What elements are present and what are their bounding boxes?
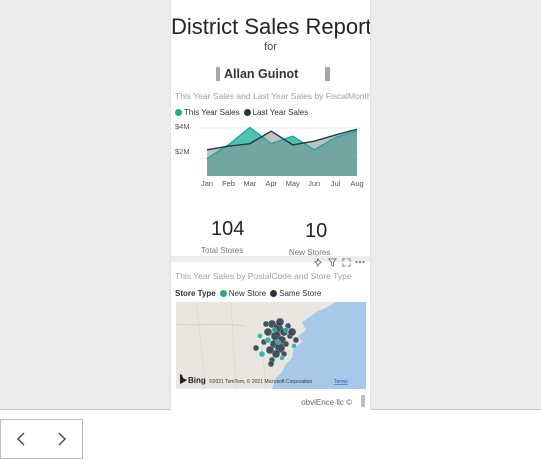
slicer-left-bar xyxy=(216,67,220,81)
legend-label: This Year Sales xyxy=(184,108,240,117)
same-store-marker[interactable] xyxy=(282,340,290,348)
line-chart-legend: This Year Sales Last Year Sales xyxy=(175,108,312,117)
new-store-marker[interactable] xyxy=(291,343,297,349)
map-canvas: Bing ©2021 TomTom, © 2021 Microsoft Corp… xyxy=(176,302,348,389)
filter-icon[interactable] xyxy=(327,257,337,267)
same-store-marker[interactable] xyxy=(292,336,300,344)
legend-dot-icon xyxy=(219,290,227,297)
store-map[interactable]: Bing ©2021 TomTom, © 2021 Microsoft Corp… xyxy=(176,302,366,389)
legend-dot-icon xyxy=(175,109,182,116)
y-tick-label: $2M xyxy=(175,147,190,156)
chevron-right-icon xyxy=(58,432,66,446)
report-scrollbar[interactable] xyxy=(361,395,365,407)
chevron-left-icon xyxy=(17,432,25,446)
same-store-marker[interactable] xyxy=(262,320,270,328)
new-stores-value: 10 xyxy=(305,220,328,242)
line-chart-title: This Year Sales and Last Year Sales by F… xyxy=(175,91,371,101)
x-tick-label: Mar xyxy=(243,179,256,188)
report-viewport: District Sales Report for Allan Guinot T… xyxy=(0,0,541,410)
x-tick-label: Apr xyxy=(265,179,277,188)
x-tick-label: May xyxy=(286,179,300,188)
same-store-marker[interactable] xyxy=(252,344,260,352)
map-legend: Store Type New Store Same Store xyxy=(175,289,325,298)
legend-item-this-year[interactable]: This Year Sales xyxy=(175,108,240,117)
new-store-marker[interactable] xyxy=(279,355,285,361)
next-page-button[interactable] xyxy=(42,420,82,458)
area-last-year-sales xyxy=(207,129,357,176)
new-store-marker[interactable] xyxy=(275,339,281,345)
map-attribution: ©2021 TomTom, © 2021 Microsoft Corporati… xyxy=(209,378,312,385)
map-terms-link[interactable]: Terms xyxy=(334,379,348,385)
x-tick-label: Jun xyxy=(308,179,320,188)
bing-text: Bing xyxy=(188,376,206,385)
new-store-marker[interactable] xyxy=(264,336,272,344)
northeast-land xyxy=(304,302,336,316)
total-stores-label: Total Stores xyxy=(201,246,244,255)
report-page: District Sales Report for Allan Guinot T… xyxy=(170,0,371,410)
new-store-marker[interactable] xyxy=(258,350,266,358)
x-tick-label: Feb xyxy=(222,179,235,188)
same-store-marker[interactable] xyxy=(287,327,297,337)
same-store-marker[interactable] xyxy=(275,317,285,327)
more-options-icon[interactable] xyxy=(355,257,365,267)
x-tick-label: Jul xyxy=(331,179,341,188)
sales-area-chart[interactable]: Jan Feb Mar Apr May Jun Jul Aug $4M $2M xyxy=(171,118,370,194)
new-store-marker[interactable] xyxy=(257,333,263,339)
report-title: District Sales Report xyxy=(171,14,371,39)
previous-page-button[interactable] xyxy=(1,420,41,458)
new-store-marker[interactable] xyxy=(271,327,277,333)
legend-dot-icon xyxy=(243,109,251,116)
same-store-marker[interactable] xyxy=(271,349,281,359)
page-navigation xyxy=(0,419,83,459)
x-tick-label: Jan xyxy=(201,179,213,188)
legend-label: Last Year Sales xyxy=(252,108,309,117)
same-store-marker[interactable] xyxy=(263,327,273,337)
legend-label: Same Store xyxy=(279,289,322,298)
district-manager-slicer[interactable]: Allan Guinot xyxy=(224,67,320,81)
map-title: This Year Sales by PostalCode and Store … xyxy=(175,271,352,281)
report-footer: obviEnce llc © xyxy=(301,398,352,407)
legend-item-new-store[interactable]: New Store xyxy=(219,289,267,298)
same-store-marker[interactable] xyxy=(267,360,275,368)
slicer-scrollbar[interactable] xyxy=(325,67,330,81)
legend-label: New Store xyxy=(228,289,267,298)
pin-icon[interactable] xyxy=(313,257,323,267)
map-legend-title: Store Type xyxy=(175,289,216,298)
y-tick-label: $4M xyxy=(175,122,190,131)
new-store-marker[interactable] xyxy=(283,327,289,333)
legend-item-same-store[interactable]: Same Store xyxy=(270,289,321,298)
report-subtitle: for xyxy=(264,41,277,53)
x-tick-label: Aug xyxy=(350,179,363,188)
total-stores-value: 104 xyxy=(211,218,245,240)
visual-header-toolbar xyxy=(313,257,365,267)
legend-dot-icon xyxy=(270,290,278,297)
legend-item-last-year[interactable]: Last Year Sales xyxy=(243,108,309,117)
focus-mode-icon[interactable] xyxy=(341,257,351,267)
